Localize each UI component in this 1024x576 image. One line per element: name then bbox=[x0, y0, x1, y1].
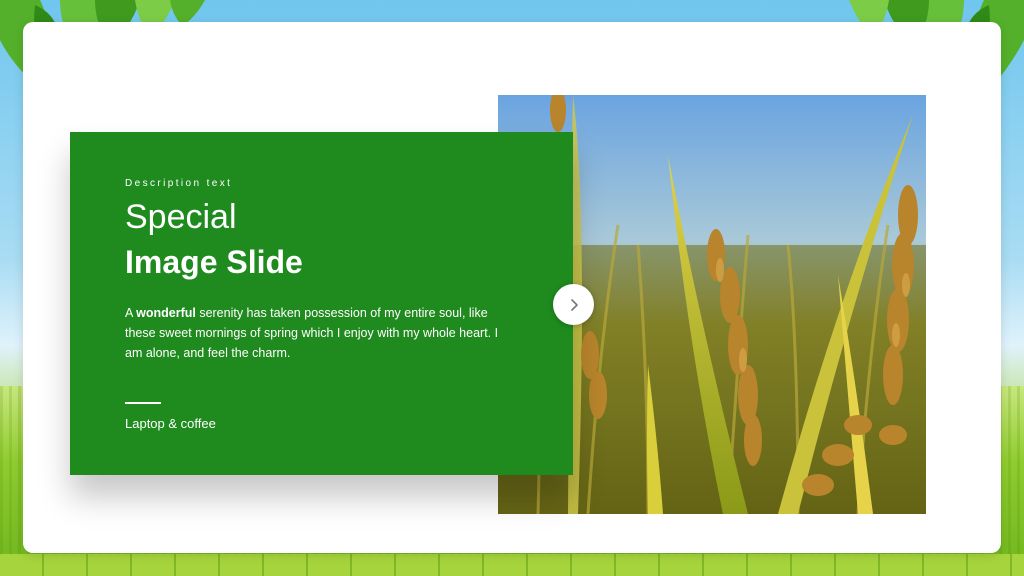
description-label: Description text bbox=[125, 178, 233, 189]
background-fence bbox=[0, 554, 1024, 576]
content-panel: Description text Special Image Slide A w… bbox=[70, 132, 573, 475]
divider-line bbox=[125, 402, 161, 404]
body-bold-word: wonderful bbox=[136, 306, 196, 320]
title-line-2: Image Slide bbox=[125, 244, 303, 280]
body-paragraph: A wonderful serenity has taken possessio… bbox=[125, 303, 515, 363]
caption: Laptop & coffee bbox=[125, 416, 216, 431]
title-line-1: Special bbox=[125, 198, 237, 236]
next-slide-button[interactable] bbox=[553, 284, 594, 325]
body-prefix: A bbox=[125, 306, 137, 320]
chevron-right-icon bbox=[570, 298, 578, 311]
